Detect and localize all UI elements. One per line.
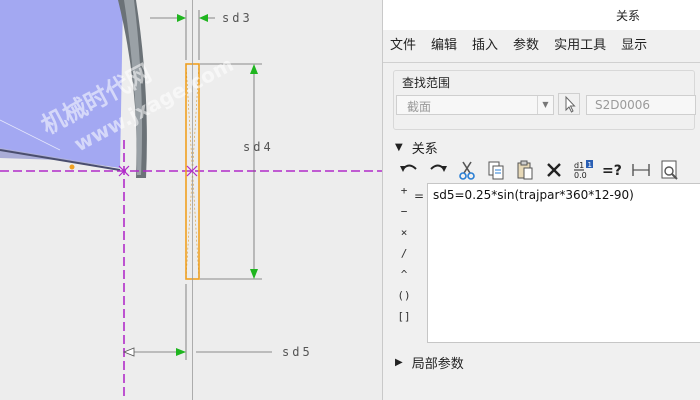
relations-editor[interactable]: = sd5=0.25*sin(trajpar*360*12-90) <box>414 183 700 343</box>
expanded-triangle-icon: ▼ <box>395 142 403 153</box>
undo-icon <box>399 164 417 172</box>
menu-utilities[interactable]: 实用工具 <box>554 34 606 53</box>
dimension-sd3[interactable]: sd3 <box>222 11 253 25</box>
operator-divide-button[interactable]: / <box>393 247 415 268</box>
paste-button[interactable] <box>511 158 538 182</box>
relation-line[interactable]: sd5=0.25*sin(trajpar*360*12-90) <box>433 188 634 202</box>
chevron-down-icon[interactable]: ▼ <box>537 96 553 114</box>
local-parameters-section-header[interactable]: ▶ 局部参数 <box>395 353 464 372</box>
dialog-bottom <box>383 380 700 400</box>
evaluate-button[interactable]: d1 0.0 1 <box>569 158 596 182</box>
redo-button[interactable] <box>424 158 451 182</box>
cursor-icon <box>565 95 576 113</box>
equals-marker: = <box>414 189 425 203</box>
operator-plus-button[interactable]: + <box>393 184 415 205</box>
look-in-label: 查找范围 <box>402 76 451 90</box>
menu-parameters[interactable]: 参数 <box>513 34 539 53</box>
paste-icon <box>517 160 532 180</box>
dimension-sd4[interactable]: sd4 <box>243 140 274 154</box>
look-in-select-value: 截面 <box>407 100 432 114</box>
copy-icon <box>488 161 503 180</box>
operator-minus-button[interactable]: − <box>393 205 415 226</box>
operator-buttons: + − × / ^ () [] <box>393 184 415 331</box>
menu-bar: 文件 编辑 插入 参数 实用工具 显示 <box>383 30 700 56</box>
menu-separator <box>383 62 700 63</box>
operator-brackets-button[interactable]: [] <box>393 310 415 331</box>
collapsed-triangle-icon: ▶ <box>395 357 403 368</box>
verify-button[interactable]: =? <box>598 158 625 182</box>
undo-button[interactable] <box>395 158 422 182</box>
menu-display[interactable]: 显示 <box>621 34 647 53</box>
relations-dialog: 关系 文件 编辑 插入 参数 实用工具 显示 查找范围 截面 ▼ S2D0006… <box>382 0 700 400</box>
select-item-button[interactable] <box>558 93 580 115</box>
dialog-titlebar[interactable]: 关系 <box>383 0 700 30</box>
operator-parentheses-button[interactable]: () <box>393 289 415 310</box>
look-in-item-field[interactable]: S2D0006 <box>586 95 696 115</box>
relations-section-header[interactable]: ▼ 关系 <box>395 138 438 157</box>
copy-button[interactable] <box>482 158 509 182</box>
evaluate-icon: d10.01 <box>573 160 593 180</box>
local-parameters-label: 局部参数 <box>411 357 464 372</box>
sketch-canvas[interactable]: 机械时代网 www.jxage.com sd3 sd4 sd5 <box>0 0 382 400</box>
menu-file[interactable]: 文件 <box>390 34 416 53</box>
look-in-group: 查找范围 截面 ▼ S2D0006 <box>393 70 696 130</box>
relations-label: 关系 <box>411 142 438 157</box>
delete-icon <box>546 163 561 177</box>
cut-button[interactable] <box>453 158 480 182</box>
svg-text:1: 1 <box>587 161 591 169</box>
sort-icon <box>661 160 678 180</box>
menu-edit[interactable]: 编辑 <box>431 34 457 53</box>
dialog-title: 关系 <box>616 9 641 23</box>
sort-button[interactable] <box>656 158 683 182</box>
dimension-sd5[interactable]: sd5 <box>282 345 313 359</box>
operator-multiply-button[interactable]: × <box>393 226 415 247</box>
redo-icon <box>429 164 447 172</box>
measure-button[interactable] <box>627 158 654 182</box>
cut-icon <box>458 161 475 180</box>
delete-button[interactable] <box>540 158 567 182</box>
look-in-select[interactable]: 截面 ▼ <box>396 95 554 115</box>
operator-power-button[interactable]: ^ <box>393 268 415 289</box>
svg-text:=?: =? <box>602 163 622 179</box>
measure-icon <box>631 164 650 176</box>
verify-icon: =? <box>602 163 622 179</box>
menu-insert[interactable]: 插入 <box>472 34 498 53</box>
svg-text:0.0: 0.0 <box>574 171 587 180</box>
relations-toolbar: d1 0.0 1 =? <box>395 158 685 182</box>
svg-text:d1: d1 <box>574 161 584 170</box>
